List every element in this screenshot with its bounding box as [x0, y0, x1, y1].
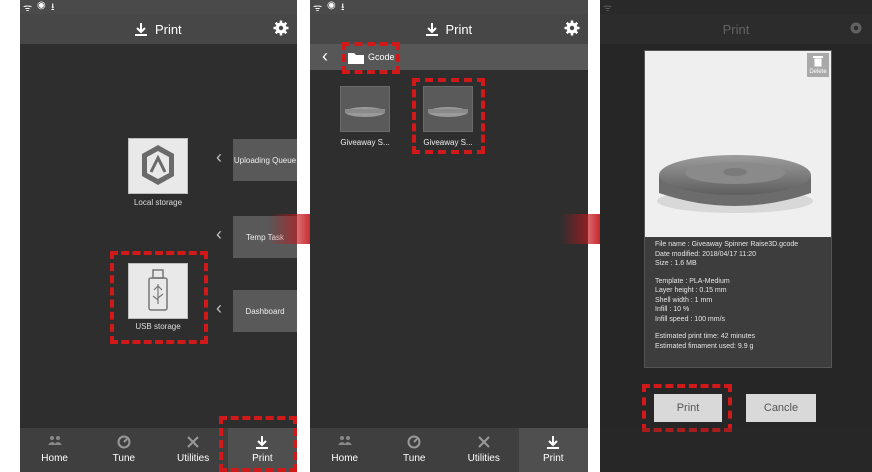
model-preview: Delete: [645, 51, 831, 237]
back-chevron-icon[interactable]: ‹: [322, 46, 328, 67]
wifi-icon: ᯤ: [313, 3, 323, 14]
network-icon: ◉: [327, 0, 336, 11]
tab-home[interactable]: Home: [310, 428, 380, 472]
tools-icon: [449, 435, 519, 449]
tab-utilities[interactable]: Utilities: [449, 428, 519, 472]
estimated-filament-text: Estimated fimament used: 9.9 g: [655, 342, 754, 350]
download-icon: [135, 22, 148, 39]
local-storage-button[interactable]: [128, 138, 188, 194]
trash-icon: [813, 56, 823, 67]
infill-text: Infill : 10 %: [655, 306, 690, 313]
tab-utilities[interactable]: Utilities: [159, 428, 228, 472]
model-preview-image: [657, 155, 813, 213]
header-bar: Print: [310, 14, 588, 44]
network-icon: ◉: [37, 0, 46, 11]
file-name-label: Giveaway S...: [340, 138, 390, 147]
local-storage-label: Local storage: [133, 198, 183, 207]
gauge-icon: [89, 435, 158, 449]
template-text: Template : PLA-Medium: [655, 277, 730, 285]
gauge-icon: [380, 435, 450, 449]
file-thumbnail[interactable]: [340, 86, 390, 132]
size-text: Size : 1.6 MB: [655, 260, 697, 267]
file-browser-screen: ᯤ ◉ ⭳ Print ‹ Gcode Giveaway S... Giveaw…: [310, 0, 588, 472]
status-bar: ᯤ: [600, 0, 872, 14]
settings-gear-icon[interactable]: [273, 20, 289, 41]
folder-highlight-frame: [342, 42, 400, 74]
print-storage-screen: ᯤ ◉ ⭳ Print Local storage USB storage ‹ …: [20, 0, 297, 472]
status-bar: ᯤ ◉ ⭳: [20, 0, 297, 14]
wifi-icon: ᯤ: [23, 3, 33, 14]
dashboard-button[interactable]: Dashboard: [233, 290, 297, 332]
wifi-icon: ᯤ: [603, 3, 613, 14]
estimated-time-text: Estimated print time: 42 minutes: [655, 333, 755, 340]
file-info: File name : Giveaway Spinner Raise3D.gco…: [655, 240, 827, 351]
uploading-queue-button[interactable]: Uploading Queue: [233, 139, 297, 181]
infill-speed-text: Infill speed : 100 mm/s: [655, 315, 726, 323]
download-icon: [425, 22, 438, 39]
file-detail-dialog: Delete File name : Giveaway Spinner Rais…: [644, 50, 832, 368]
tab-tune[interactable]: Tune: [89, 428, 158, 472]
tab-print[interactable]: Print: [518, 428, 589, 472]
shell-width-text: Shell width : 1 mm: [655, 296, 713, 304]
page-title: Print: [722, 22, 750, 37]
header-bar: Print: [600, 14, 872, 44]
header-bar: Print: [20, 14, 297, 44]
delete-button[interactable]: Delete: [807, 53, 829, 77]
settings-gear-icon[interactable]: [564, 20, 580, 41]
status-bar: ᯤ ◉ ⭳: [310, 0, 588, 14]
cancel-button[interactable]: Cancle: [746, 394, 816, 422]
raise3d-logo-icon: [142, 145, 174, 185]
tab-home[interactable]: Home: [20, 428, 89, 472]
file-detail-screen: ᯤ Print Delete File name : Giveaway Spin…: [600, 0, 872, 472]
print-tab-highlight-frame: [219, 416, 297, 472]
download-icon: [519, 435, 589, 449]
tab-tune[interactable]: Tune: [380, 428, 450, 472]
settings-gear-icon: [848, 20, 864, 41]
people-icon: [310, 435, 380, 449]
file-highlight-frame: [412, 78, 485, 154]
usb-highlight-frame: [110, 251, 208, 344]
tools-icon: [159, 435, 228, 449]
bottom-tab-bar: [600, 428, 872, 472]
page-title: Print: [154, 22, 182, 37]
chevron-left-icon: ‹: [216, 147, 222, 167]
page-title: Print: [445, 22, 473, 37]
print-button-highlight-frame: [642, 384, 732, 432]
bottom-tab-bar: Home Tune Utilities Print: [310, 428, 588, 472]
date-modified-text: Date modified: 2018/04/17 11:20: [655, 250, 757, 258]
chevron-left-icon: ‹: [216, 298, 222, 318]
people-icon: [20, 435, 89, 449]
chevron-left-icon: ‹: [216, 224, 222, 244]
file-name-text: File name : Giveaway Spinner Raise3D.gco…: [655, 241, 799, 248]
layer-height-text: Layer height : 0.15 mm: [655, 287, 727, 294]
